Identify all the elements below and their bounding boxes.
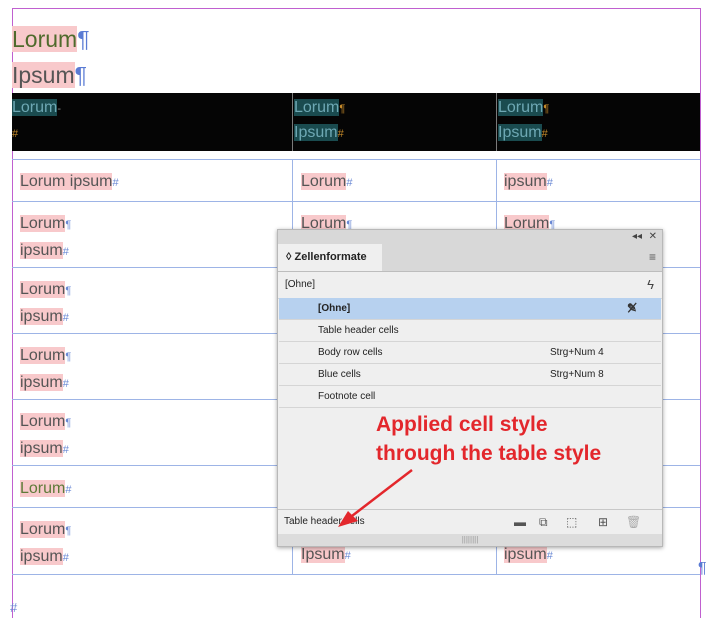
row-border <box>12 159 700 160</box>
row-border <box>12 574 700 575</box>
close-panel-icon[interactable]: ✕ <box>649 230 657 244</box>
header-cell-2[interactable]: Lorum¶ Ipsum# <box>294 96 345 146</box>
title-text-1: Lorum <box>12 26 78 52</box>
body-cell[interactable]: Lorum¶ ipsum# <box>20 409 71 463</box>
clear-overrides-icon[interactable]: ⧉ <box>539 515 548 530</box>
body-cell[interactable]: Lorum# <box>301 169 352 196</box>
hash-mark: # <box>12 128 19 140</box>
delete-icon[interactable]: 🗑 <box>626 515 641 529</box>
collapse-panel-icon[interactable]: ◂◂ <box>632 230 642 244</box>
cell-text: Lorum <box>20 521 66 538</box>
cell-text: ipsum <box>20 308 63 325</box>
style-shortcut: Strg+Num 8 <box>550 369 604 380</box>
style-row-blue-cells[interactable]: Blue cells Strg+Num 8 <box>279 364 661 386</box>
annotation-callout: Applied cell style through the table sty… <box>376 410 601 468</box>
header-cell-text: Ipsum <box>294 124 338 141</box>
row-border <box>12 201 700 202</box>
style-row-ohne[interactable]: [Ohne] ✎̸ <box>279 298 661 320</box>
cell-text: ipsum <box>20 374 63 391</box>
cell-text: Lorum <box>20 480 66 497</box>
panel-title-bar[interactable]: ◂◂ ✕ <box>278 230 662 244</box>
current-style-label: [Ohne] <box>285 279 316 290</box>
style-label: [Ohne] <box>318 303 351 314</box>
body-cell[interactable]: Lorum ipsum# <box>20 169 119 196</box>
header-cell-text: Lorum <box>12 99 58 116</box>
cell-text: Lorum <box>20 281 66 298</box>
table-header-row[interactable]: Lorum- # Lorum¶ Ipsum# Lorum¶ Ipsum# <box>12 93 700 151</box>
title-text-2: Ipsum <box>12 62 75 88</box>
annotation-arrow <box>338 469 413 527</box>
header-cell-text: Lorum <box>294 99 340 116</box>
panel-tab-bar: ◊ Zellenformate ≡ <box>278 244 662 272</box>
style-row-body-row[interactable]: Body row cells Strg+Num 4 <box>279 342 661 364</box>
pilcrow-mark: ¶ <box>77 26 90 52</box>
cell-text: Lorum ipsum <box>20 173 113 190</box>
panel-menu-icon[interactable]: ≡ <box>649 250 656 264</box>
cell-text: ipsum <box>504 546 547 563</box>
style-shortcut: Strg+Num 4 <box>550 347 604 358</box>
cell-text: ipsum <box>20 242 63 259</box>
cell-text: Lorum <box>20 347 66 364</box>
annotation-line-2: through the table style <box>376 442 602 465</box>
style-row-footnote[interactable]: Footnote cell <box>279 386 661 408</box>
page-frame-top <box>12 8 700 9</box>
title-line-2: Ipsum¶ <box>12 62 87 89</box>
break-link-icon[interactable]: ⬚ <box>566 515 577 529</box>
body-cell[interactable]: ipsum# <box>504 169 553 196</box>
style-label: Table header cells <box>318 325 399 336</box>
style-label: Footnote cell <box>318 391 376 402</box>
style-label: Body row cells <box>318 347 383 358</box>
body-cell[interactable]: Lorum¶ ipsum# <box>20 517 71 571</box>
cell-text: ipsum <box>20 440 63 457</box>
lightning-icon[interactable]: ϟ <box>647 277 654 292</box>
end-of-story-pilcrow: ¶ <box>698 560 707 577</box>
column-divider <box>292 93 293 151</box>
cell-text: Ipsum <box>301 546 345 563</box>
tab-zellenformate[interactable]: ◊ Zellenformate <box>278 244 382 271</box>
cell-text: Lorum <box>20 413 66 430</box>
body-cell[interactable]: Lorum¶ ipsum# <box>20 211 71 265</box>
header-cell-3[interactable]: Lorum¶ Ipsum# <box>498 96 549 146</box>
header-cell-1[interactable]: Lorum- # <box>12 96 61 146</box>
cell-text: ipsum <box>504 173 547 190</box>
current-style-bar: [Ohne] ϟ <box>278 272 662 299</box>
cell-text: Lorum <box>20 215 66 232</box>
pilcrow-mark: ¶ <box>74 62 87 88</box>
folder-icon[interactable]: ▬ <box>514 515 526 529</box>
new-style-icon[interactable]: ⊞ <box>598 515 608 529</box>
no-edit-icon: ✎̸ <box>626 301 637 315</box>
annotation-line-1: Applied cell style <box>376 413 548 436</box>
body-cell[interactable]: Lorum¶ ipsum# <box>20 343 71 397</box>
header-cell-text: Ipsum <box>498 124 542 141</box>
header-cell-text: Lorum <box>498 99 544 116</box>
style-row-table-header[interactable]: Table header cells <box>279 320 661 342</box>
end-hash-mark: # <box>10 600 18 615</box>
panel-resize-grip[interactable]: |||||||| <box>278 534 662 546</box>
body-cell[interactable]: Lorum¶ ipsum# <box>20 277 71 331</box>
cell-text: ipsum <box>20 548 63 565</box>
title-line-1: Lorum¶ <box>12 26 90 53</box>
page-frame-right <box>700 8 701 618</box>
body-cell[interactable]: Lorum# <box>20 476 71 503</box>
column-divider <box>496 93 497 151</box>
style-label: Blue cells <box>318 369 361 380</box>
cell-text: Lorum <box>301 173 347 190</box>
